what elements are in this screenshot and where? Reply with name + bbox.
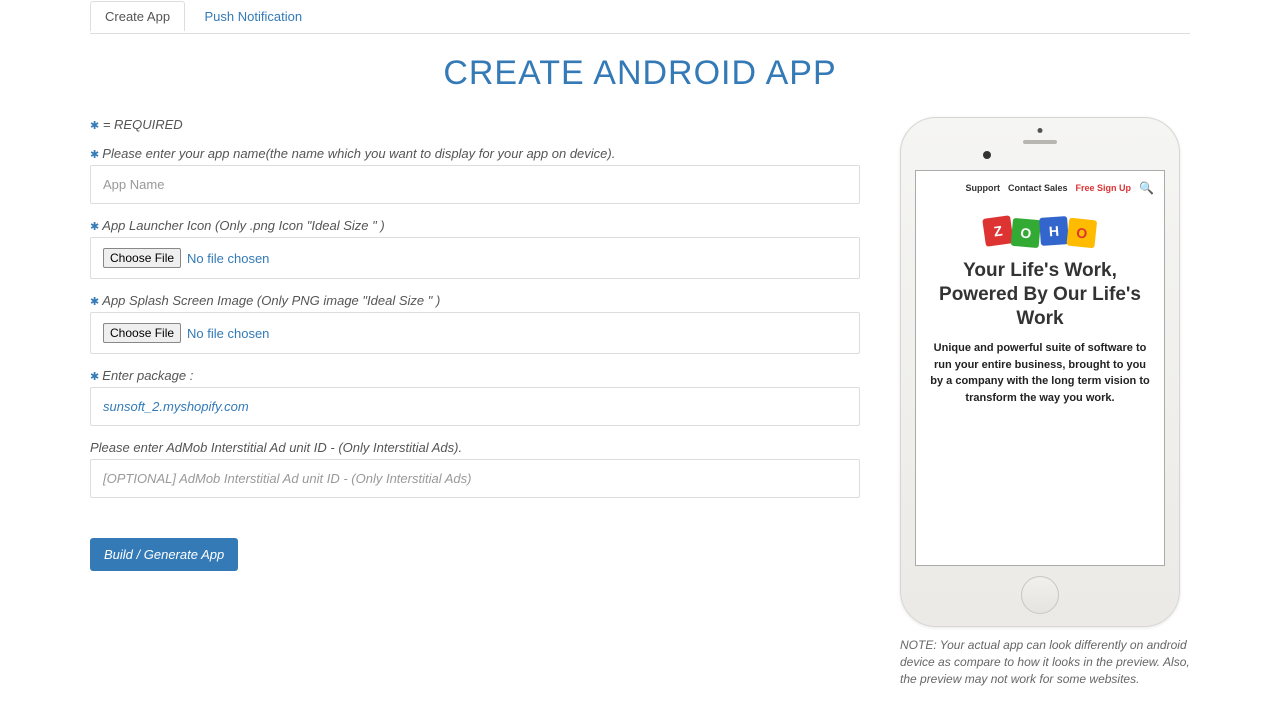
preview-headline: Your Life's Work, Powered By Our Life's …	[930, 259, 1150, 330]
choose-file-button[interactable]: Choose File	[103, 323, 181, 343]
input-admob[interactable]	[90, 459, 860, 498]
tab-push-notification[interactable]: Push Notification	[190, 1, 318, 31]
home-button-icon	[1021, 576, 1059, 614]
choose-file-button[interactable]: Choose File	[103, 248, 181, 268]
preview-screen: Support Contact Sales Free Sign Up 🔍 Z O…	[915, 170, 1165, 566]
phone-mockup: Support Contact Sales Free Sign Up 🔍 Z O…	[900, 117, 1180, 627]
zoho-logo: Z O H O	[926, 217, 1154, 245]
preview-link-signup: Free Sign Up	[1076, 183, 1132, 193]
required-legend: ✱ = REQUIRED	[90, 117, 860, 132]
preview-link-contact: Contact Sales	[1008, 183, 1068, 193]
input-package[interactable]	[90, 387, 860, 426]
input-launcher-file[interactable]: Choose File No file chosen	[90, 237, 860, 279]
file-status: No file chosen	[187, 326, 269, 341]
preview-link-support: Support	[966, 183, 1001, 193]
preview-subtext: Unique and powerful suite of software to…	[928, 340, 1152, 406]
label-launcher-icon: App Launcher Icon (Only .png Icon "Ideal…	[90, 218, 860, 233]
label-splash: App Splash Screen Image (Only PNG image …	[90, 293, 860, 308]
label-app-name: Please enter your app name(the name whic…	[90, 146, 860, 161]
input-splash-file[interactable]: Choose File No file chosen	[90, 312, 860, 354]
build-button[interactable]: Build / Generate App	[90, 538, 238, 571]
label-package: Enter package :	[90, 368, 860, 383]
file-status: No file chosen	[187, 251, 269, 266]
page-title: CREATE ANDROID APP	[90, 54, 1190, 93]
input-app-name[interactable]	[90, 165, 860, 204]
label-admob: Please enter AdMob Interstitial Ad unit …	[90, 440, 860, 455]
form: ✱ = REQUIRED Please enter your app name(…	[90, 117, 860, 687]
tab-create-app[interactable]: Create App	[90, 1, 185, 31]
preview-note: NOTE: Your actual app can look different…	[890, 637, 1190, 687]
search-icon: 🔍	[1139, 181, 1154, 195]
tabs: Create App Push Notification	[90, 0, 1190, 34]
preview-column: Support Contact Sales Free Sign Up 🔍 Z O…	[890, 117, 1190, 687]
